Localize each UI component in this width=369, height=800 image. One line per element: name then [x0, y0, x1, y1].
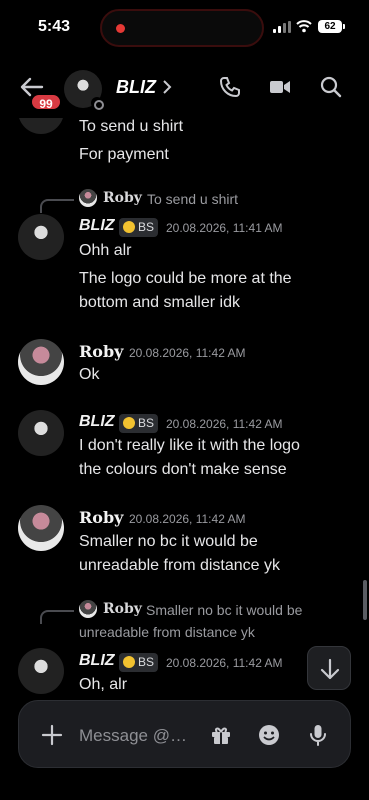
reply-preview[interactable]: Smaller no bc it would be	[146, 602, 302, 618]
timestamp: 20.08.2026, 11:42 AM	[129, 512, 246, 526]
avatar[interactable]	[64, 70, 104, 110]
message-text: the colours don't make sense	[79, 461, 287, 478]
reply-author[interactable]: Roby	[103, 601, 142, 617]
server-tag[interactable]: BS	[119, 414, 159, 433]
unread-badge: 99	[30, 93, 62, 111]
reply-preview[interactable]: To send u shirt	[147, 191, 238, 207]
emoji-icon[interactable]	[257, 723, 281, 747]
server-tag[interactable]: BS	[119, 653, 159, 672]
avatar[interactable]	[18, 410, 64, 456]
recording-dot	[116, 24, 125, 33]
message-text: To send u shirt	[79, 118, 184, 135]
avatar[interactable]	[18, 648, 64, 694]
reply-author[interactable]: Roby	[103, 190, 142, 206]
timestamp: 20.08.2026, 11:41 AM	[166, 221, 283, 235]
message-text: Smaller no bc it would be	[79, 533, 258, 550]
avatar[interactable]	[18, 339, 64, 385]
timestamp: 20.08.2026, 11:42 AM	[129, 346, 246, 360]
message-text: Ohh alr	[79, 242, 132, 259]
reply-connector	[40, 199, 74, 213]
message-text: The logo could be more at the	[79, 270, 292, 287]
chevron-right-icon[interactable]	[162, 80, 172, 94]
reply-preview[interactable]: unreadable from distance yk	[79, 624, 255, 640]
message-author[interactable]: Roby	[79, 508, 123, 527]
status-bar: 5:43 62	[0, 0, 369, 56]
message-text: Ok	[79, 366, 100, 383]
message-input[interactable]	[79, 724, 199, 748]
channel-name[interactable]: BLIZ	[116, 77, 156, 98]
avatar[interactable]	[18, 118, 64, 134]
message-text: bottom and smaller idk	[79, 294, 240, 311]
plus-icon[interactable]	[41, 724, 63, 746]
message-author[interactable]: BLIZ	[79, 652, 115, 670]
reply-connector	[40, 610, 74, 624]
message-text: Oh, alr	[79, 676, 128, 693]
chat-header: 99 BLIZ	[0, 56, 369, 118]
gift-icon[interactable]	[209, 723, 233, 747]
battery-icon: 62	[318, 20, 345, 33]
skull-icon	[123, 221, 135, 233]
offline-status-icon	[91, 97, 104, 110]
microphone-icon[interactable]	[306, 723, 330, 747]
avatar	[79, 189, 97, 207]
timestamp: 20.08.2026, 11:42 AM	[166, 417, 283, 431]
skull-icon	[123, 417, 135, 429]
message-text: For payment	[79, 146, 169, 163]
avatar[interactable]	[18, 214, 64, 260]
message-composer	[18, 700, 351, 768]
avatar	[79, 600, 97, 618]
message-author[interactable]: BLIZ	[79, 217, 115, 235]
message-author[interactable]: Roby	[79, 342, 123, 361]
server-tag[interactable]: BS	[119, 218, 159, 237]
phone-icon[interactable]	[219, 76, 241, 98]
status-time: 5:43	[38, 18, 71, 35]
skull-icon	[123, 656, 135, 668]
search-icon[interactable]	[320, 76, 342, 98]
dynamic-island	[100, 9, 264, 47]
video-camera-icon[interactable]	[269, 76, 291, 98]
scrollbar[interactable]	[363, 580, 367, 620]
signal-icon	[273, 21, 291, 33]
jump-to-present-button[interactable]	[307, 646, 351, 690]
arrow-down-icon	[320, 658, 340, 680]
timestamp: 20.08.2026, 11:42 AM	[166, 656, 283, 670]
message-text: unreadable from distance yk	[79, 557, 280, 574]
message-text: I don't really like it with the logo	[79, 437, 300, 454]
message-list[interactable]: To send u shirt For payment Roby To send…	[0, 118, 369, 698]
wifi-icon	[296, 20, 312, 33]
avatar[interactable]	[18, 505, 64, 551]
message-author[interactable]: BLIZ	[79, 413, 115, 431]
